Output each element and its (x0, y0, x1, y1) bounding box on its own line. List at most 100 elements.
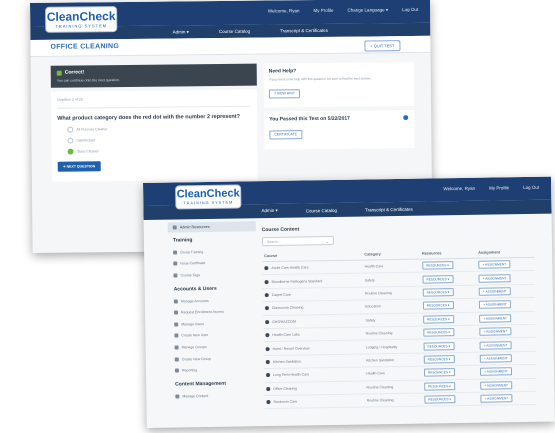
sidebar-item-label: Create New Group (181, 356, 211, 361)
top-links: Welcome, Ryan My Profile Log Out (443, 185, 539, 192)
assignment-cell: + ASSIGNMENT (476, 284, 535, 299)
assignment-cell: + ASSIGNMENT (476, 297, 536, 312)
status-dot-icon (265, 346, 270, 351)
top-links: Welcome, Ryan My Profile Change Language… (268, 7, 418, 15)
resources-cell: RESOURCES ▾ (421, 325, 478, 340)
status-dot-icon (266, 373, 271, 378)
course-name[interactable]: Classroom Cleaning (272, 306, 304, 310)
change-language-link[interactable]: Change Language ▾ (348, 7, 389, 13)
content-title: Course Content (261, 226, 300, 234)
sidebar-item-course-tags[interactable]: Course Tags (168, 268, 256, 281)
assignment-button[interactable]: + ASSIGNMENT (480, 380, 513, 390)
question-text: What product category does the red dot w… (57, 113, 240, 122)
assignment-button[interactable]: + ASSIGNMENT (478, 287, 511, 296)
course-name[interactable]: Acute Care Health Care (271, 266, 308, 271)
assignment-cell: + ASSIGNMENT (478, 377, 537, 393)
assignment-button[interactable]: + ASSIGNMENT (480, 367, 512, 377)
assignment-button[interactable]: + ASSIGNMENT (480, 394, 513, 403)
assignment-button[interactable]: + ASSIGNMENT (479, 327, 512, 336)
nav-admin[interactable]: Admin ▾ (173, 29, 189, 35)
sidebar-item-label: Manage Accounts (180, 298, 209, 303)
resources-button[interactable]: RESOURCES ▾ (422, 301, 454, 310)
my-profile-link[interactable]: My Profile (313, 8, 333, 14)
category-cell: Routine Cleaning (364, 393, 423, 408)
alert-title: Correct! (64, 69, 85, 76)
sidebar-item-label: Group Training (180, 249, 204, 255)
log-out-link[interactable]: Log Out (402, 7, 418, 13)
resources-cell: RESOURCES ▾ (420, 311, 478, 327)
question-number: Question 2 of 20 (56, 95, 252, 109)
group-icon (174, 345, 179, 350)
answer-option[interactable]: All Purpose Cleaner (67, 125, 251, 133)
course-name[interactable]: Restroom Care (273, 400, 297, 404)
log-out-link[interactable]: Log Out (523, 185, 539, 190)
brand-logo[interactable]: CleanCheck TRAINING SYSTEM (46, 7, 117, 32)
resources-cell: RESOURCES ▾ (420, 298, 478, 313)
status-dot-icon (264, 279, 269, 284)
assignment-cell: + ASSIGNMENT (476, 270, 535, 286)
assignment-button[interactable]: + ASSIGNMENT (479, 340, 512, 350)
top-bar: CleanCheck TRAINING SYSTEM Welcome, Ryan… (30, 0, 431, 32)
resources-button[interactable]: RESOURCES ▾ (423, 341, 455, 351)
brand-logo[interactable]: CleanCheck TRAINING SYSTEM (176, 185, 241, 209)
assignment-button[interactable]: + ASSIGNMENT (479, 354, 512, 363)
course-name[interactable]: Office Cleaning (273, 386, 297, 390)
course-name[interactable]: Hotel / Resort Overview (273, 346, 310, 351)
quit-test-button[interactable]: × QUIT TEST (364, 40, 401, 52)
nav-course-catalog[interactable]: Course Catalog (219, 29, 250, 34)
answer-option[interactable]: Disinfectant (67, 136, 251, 144)
sidebar-item-manage-content[interactable]: Manage Content (170, 389, 258, 402)
page-header: OFFICE CLEANING × QUIT TEST (30, 35, 431, 57)
sidebar-item-admin-resources[interactable]: Admin Resources (167, 221, 256, 233)
certificate-button[interactable]: CERTIFICATE (269, 129, 303, 140)
course-name[interactable]: GHS/HAZCOM (272, 319, 296, 323)
status-dot-icon (265, 359, 270, 365)
assignment-button[interactable]: + ASSIGNMENT (478, 260, 511, 269)
resources-button[interactable]: RESOURCES ▾ (422, 274, 454, 284)
assignment-button[interactable]: + ASSIGNMENT (479, 300, 511, 310)
category-cell: Routine Cleaning (362, 285, 421, 301)
admin-sidebar: Admin Resources Training Group Training … (167, 221, 259, 402)
next-question-button[interactable]: ➜ NEXT QUESTION (57, 161, 101, 172)
resources-button[interactable]: RESOURCES ▾ (423, 355, 455, 364)
radio-icon[interactable] (67, 137, 74, 144)
resources-button[interactable]: RESOURCES ▾ (422, 314, 454, 324)
correct-alert: Correct! You can continue onto the next … (50, 63, 257, 88)
sidebar-item-reporting[interactable]: Reporting (170, 364, 258, 377)
assignment-button[interactable]: + ASSIGNMENT (478, 273, 511, 283)
chevron-down-icon[interactable]: ⌄ (326, 237, 330, 246)
plus-icon (174, 310, 179, 315)
course-name[interactable]: Carpet Care (272, 293, 291, 297)
course-table-body: Acute Care Health Care Health Care RESOURC… (262, 257, 537, 409)
radio-icon[interactable] (67, 126, 74, 133)
search-input[interactable]: Search... ⌄ (261, 236, 334, 247)
resources-button[interactable]: RESOURCES ▾ (423, 368, 455, 377)
course-cell[interactable]: Restroom Care (264, 393, 365, 409)
course-name[interactable]: Health Care Labs (272, 333, 299, 337)
course-name[interactable]: Bloodborne Pathogens Standard (272, 279, 323, 284)
plus-icon (174, 333, 179, 338)
resources-button[interactable]: RESOURCES ▾ (424, 395, 456, 404)
resources-button[interactable]: RESOURCES ▾ (423, 328, 454, 337)
nav-transcript[interactable]: Transcript & Certificates (365, 206, 413, 212)
assignment-cell: + ASSIGNMENT (476, 257, 535, 272)
answer-option-selected[interactable]: Glass Cleaner (67, 147, 252, 155)
course-name[interactable]: Long Term Health Care (273, 373, 309, 378)
nav-admin[interactable]: Admin ▾ (261, 208, 277, 214)
category-cell: Education (363, 299, 421, 314)
info-icon[interactable] (403, 115, 409, 121)
brand-name: CleanCheck (176, 187, 240, 201)
my-profile-link[interactable]: My Profile (489, 185, 509, 190)
resources-button[interactable]: RESOURCES ▾ (422, 261, 453, 270)
nav-course-catalog[interactable]: Course Catalog (306, 207, 337, 212)
nav-transcript[interactable]: Transcript & Certificates (280, 28, 328, 34)
assignment-button[interactable]: + ASSIGNMENT (479, 313, 512, 323)
course-name[interactable]: Kitchen Sanitation (273, 359, 301, 363)
radio-selected-icon[interactable] (67, 148, 74, 155)
resources-button[interactable]: RESOURCES ▾ (424, 381, 455, 391)
sidebar-item-label: Admin Resources (179, 224, 210, 230)
view-hint-button[interactable]: ? VIEW HINT (268, 89, 301, 99)
admin-screenshot: CleanCheck TRAINING SYSTEM Welcome, Ryan… (143, 176, 555, 428)
chart-icon (174, 368, 179, 373)
resources-button[interactable]: RESOURCES ▾ (422, 288, 454, 297)
